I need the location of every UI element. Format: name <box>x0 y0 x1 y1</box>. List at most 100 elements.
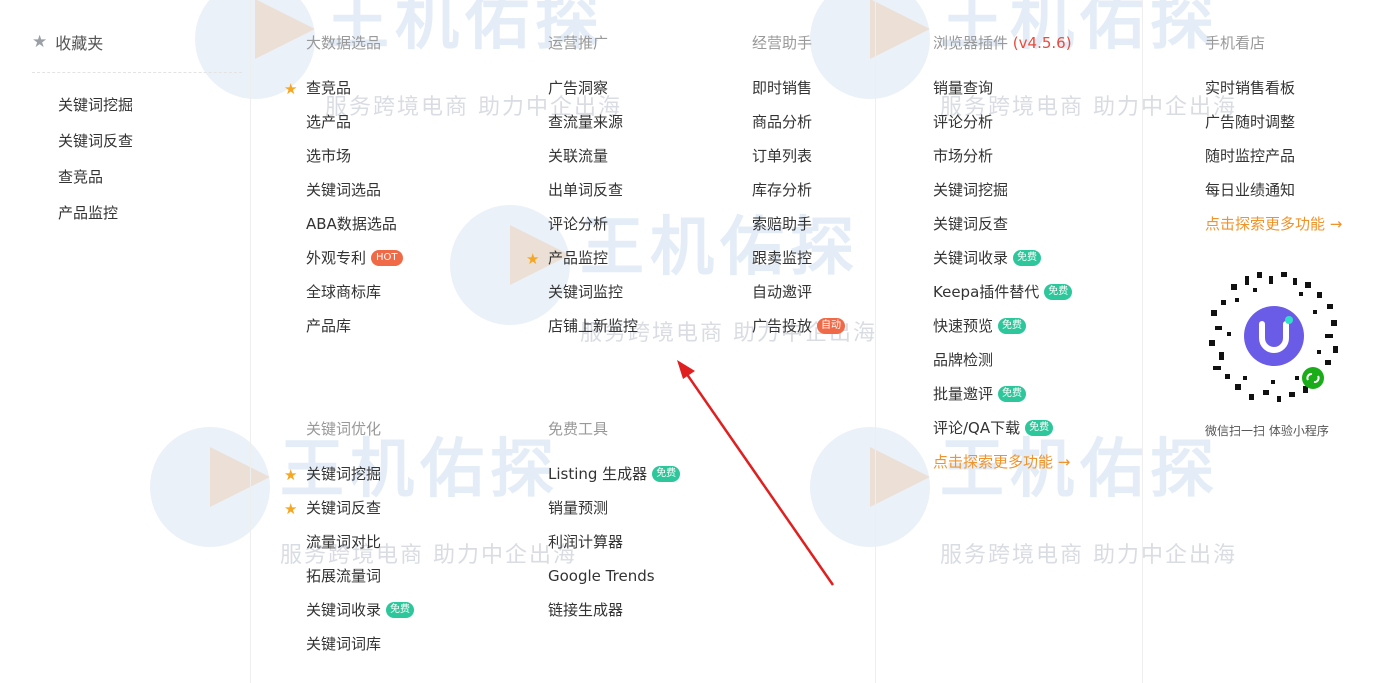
menu-column-big-data: 大数据选品 ★ 查竞品选产品选市场关键词选品 ABA数据选品外观专利 HOT 全球商标库… <box>284 31 403 349</box>
menu-item[interactable]: 品牌检测 <box>933 349 1072 383</box>
menu-item[interactable]: 评论分析 <box>548 213 638 247</box>
menu-item-label: 广告随时调整 <box>1205 113 1296 131</box>
menu-item[interactable]: 关联流量 <box>548 145 638 179</box>
menu-item[interactable]: 批量邀评 免费 <box>933 383 1072 417</box>
column-title: 大数据选品 <box>306 34 382 52</box>
menu-item-label: 关键词挖掘 <box>306 465 382 483</box>
menu-item[interactable]: 广告洞察 <box>548 77 638 111</box>
menu-item-label: 广告洞察 <box>548 79 609 97</box>
menu-item-label: 利润计算器 <box>548 533 624 551</box>
menu-item-label: 评论分析 <box>548 215 609 233</box>
menu-item[interactable]: 出单词反查 <box>548 179 638 213</box>
menu-item[interactable]: 自动邀评 <box>752 281 845 315</box>
menu-item[interactable]: 关键词监控 <box>548 281 638 315</box>
menu-item[interactable]: 关键词反查 <box>933 213 1072 247</box>
menu-item[interactable]: 每日业绩通知 <box>1205 179 1342 213</box>
menu-item[interactable]: 广告随时调整 <box>1205 111 1342 145</box>
menu-item[interactable]: 跟卖监控 <box>752 247 845 281</box>
menu-item-label: 批量邀评 <box>933 385 994 403</box>
menu-item[interactable]: 选市场 <box>306 145 403 179</box>
menu-item[interactable]: 广告投放 自动 <box>752 315 846 349</box>
menu-item-label: ABA数据选品 <box>306 215 397 233</box>
favorite-star-icon[interactable]: ★ <box>284 464 297 486</box>
menu-item-label: 快速预览 <box>933 317 994 335</box>
menu-item-label: 关键词收录 <box>933 249 1009 267</box>
favorite-star-icon[interactable]: ★ <box>284 498 297 520</box>
menu-item-label: 实时销售看板 <box>1205 79 1296 97</box>
menu-item-label: 全球商标库 <box>306 283 382 301</box>
menu-item[interactable]: 商品分析 <box>752 111 845 145</box>
menu-item[interactable]: 拓展流量词 <box>306 565 414 599</box>
menu-item[interactable]: 利润计算器 <box>548 531 680 565</box>
menu-list: ★ 查竞品选产品选市场关键词选品 ABA数据选品外观专利 HOT 全球商标库产品库 <box>284 77 403 349</box>
column-title: 手机看店 <box>1205 34 1266 52</box>
menu-item-label: 选市场 <box>306 147 352 165</box>
column-title: 关键词优化 <box>306 420 382 438</box>
menu-item[interactable]: 实时销售看板 <box>1205 77 1342 111</box>
menu-item[interactable]: 店铺上新监控 <box>548 315 638 349</box>
menu-item-label: 产品监控 <box>548 249 609 267</box>
menu-item[interactable]: 索赔助手 <box>752 213 845 247</box>
menu-item[interactable]: 库存分析 <box>752 179 845 213</box>
menu-item[interactable]: 市场分析 <box>933 145 1072 179</box>
favorite-star-icon[interactable]: ★ <box>284 78 297 100</box>
menu-column-keyword-optimization: 关键词优化 ★ 关键词挖掘 ★ 关键词反查流量词对比拓展流量词关键词收录 免费关键词词库 <box>284 417 415 667</box>
menu-item[interactable]: 关键词收录 免费 <box>306 599 415 633</box>
menu-item-label: 拓展流量词 <box>306 567 382 585</box>
menu-list: 销量查询评论分析市场分析关键词挖掘关键词反查关键词收录 免费 Keepa插件替代 免费… <box>933 77 1073 485</box>
menu-item-label: 商品分析 <box>752 113 813 131</box>
menu-item-label: 市场分析 <box>933 147 994 165</box>
menu-item-label: 关键词选品 <box>306 181 382 199</box>
menu-item[interactable]: 随时监控产品 <box>1205 145 1342 179</box>
menu-item[interactable]: Google Trends <box>548 565 680 599</box>
menu-column-operations: 运营推广 广告洞察 查流量来源 关联流量 出单词反查 评论分析 ★ 产品监控 关键词监控 店铺上… <box>526 31 638 349</box>
menu-item[interactable]: 快速预览 免费 <box>933 315 1072 349</box>
menu-item[interactable]: 流量词对比 <box>306 531 414 565</box>
menu-item[interactable]: 销量预测 <box>548 497 680 531</box>
menu-item-label: 关键词词库 <box>306 635 382 653</box>
explore-more-link[interactable]: 点击探索更多功能 → <box>933 451 1072 485</box>
menu-item[interactable]: 链接生成器 <box>548 599 680 633</box>
menu-item-label: 关键词反查 <box>306 499 382 517</box>
menu-item[interactable]: ★ 查竞品 <box>284 77 403 111</box>
column-title: 经营助手 <box>752 34 813 52</box>
favorite-item[interactable]: 产品监控 <box>58 195 242 231</box>
menu-item[interactable]: Listing 生成器 免费 <box>548 463 681 497</box>
menu-item[interactable]: 关键词挖掘 <box>933 179 1072 213</box>
menu-item[interactable]: 查流量来源 <box>548 111 638 145</box>
menu-item-label: 关键词收录 <box>306 601 382 619</box>
menu-item[interactable]: 选产品 <box>306 111 403 145</box>
favorite-item[interactable]: 关键词反查 <box>58 123 242 159</box>
explore-more-link[interactable]: 点击探索更多功能 → <box>1205 213 1342 247</box>
menu-item-label: 广告投放 <box>752 317 813 335</box>
menu-item[interactable]: ★ 产品监控 <box>526 247 638 281</box>
menu-item[interactable]: 关键词词库 <box>306 633 414 667</box>
menu-item[interactable]: 关键词收录 免费 <box>933 247 1072 281</box>
menu-item[interactable]: 销量查询 <box>933 77 1072 111</box>
menu-list: ★ 关键词挖掘 ★ 关键词反查流量词对比拓展流量词关键词收录 免费关键词词库 <box>284 463 415 667</box>
menu-item[interactable]: 产品库 <box>306 315 403 349</box>
menu-item-label: Keepa插件替代 <box>933 283 1040 301</box>
menu-item[interactable]: ★ 关键词挖掘 <box>284 463 414 497</box>
menu-item[interactable]: 评论/QA下载 免费 <box>933 417 1072 451</box>
menu-item[interactable]: 全球商标库 <box>306 281 403 315</box>
menu-item[interactable]: 评论分析 <box>933 111 1072 145</box>
free-badge: 免费 <box>652 466 681 482</box>
menu-list: 实时销售看板 广告随时调整 随时监控产品每日业绩通知 点击探索更多功能 → <box>1205 77 1342 247</box>
menu-item-label: 查竞品 <box>306 79 352 97</box>
menu-item[interactable]: Keepa插件替代 免费 <box>933 281 1073 315</box>
menu-item-label: 随时监控产品 <box>1205 147 1296 165</box>
menu-item-label: 评论分析 <box>933 113 994 131</box>
menu-item[interactable]: 关键词选品 <box>306 179 403 213</box>
favorite-item[interactable]: 关键词挖掘 <box>58 87 242 123</box>
menu-item[interactable]: 即时销售 <box>752 77 845 111</box>
menu-item-label: 关键词反查 <box>933 215 1009 233</box>
menu-item-label: 店铺上新监控 <box>548 317 639 335</box>
favorites-list: 关键词挖掘 关键词反查 查竞品 产品监控 <box>32 73 242 231</box>
menu-item[interactable]: 外观专利 HOT <box>306 247 403 281</box>
favorite-item[interactable]: 查竞品 <box>58 159 242 195</box>
favorite-star-icon[interactable]: ★ <box>526 248 539 270</box>
menu-item[interactable]: 订单列表 <box>752 145 845 179</box>
menu-item[interactable]: ABA数据选品 <box>306 213 403 247</box>
menu-item[interactable]: ★ 关键词反查 <box>284 497 414 531</box>
